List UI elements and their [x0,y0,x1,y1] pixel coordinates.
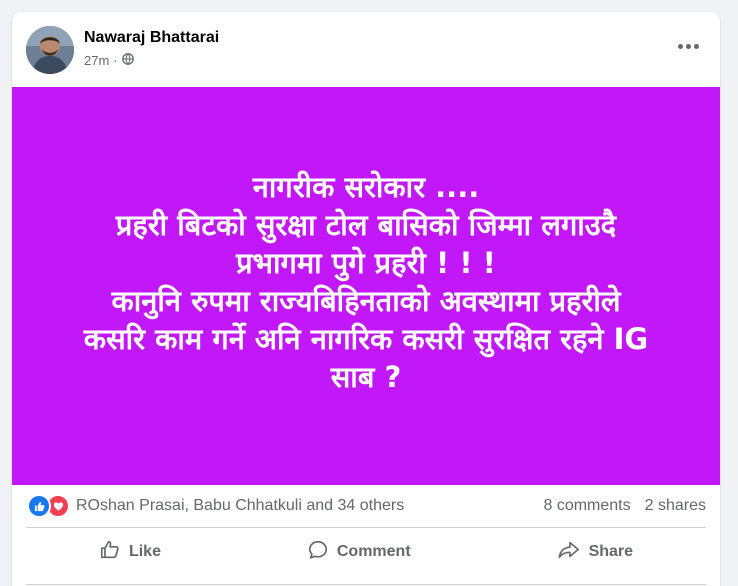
image-text-line: कसरि काम गर्ने अनि नागरिक कसरी सुरक्षित … [83,322,649,356]
like-label: Like [128,543,161,560]
image-text-line: प्रहरी बिटको सुरक्षा टोल बासिको जिम्मा ल… [115,208,617,242]
image-text-line: प्रभागमा पुगे प्रहरी ! ! ! [236,246,496,280]
share-label: Share [588,543,634,560]
more-options-icon[interactable] [674,36,702,56]
divider [26,527,706,528]
engagement-counts: 8 comments 2 shares [543,497,706,515]
post-actions: Like Comment Share [26,530,706,574]
image-text-line: साब ? [330,360,402,394]
image-text-line: कानुनि रुपमा राज्यबिहिनताको अवस्थामा प्र… [111,284,621,318]
bottom-divider [26,584,706,585]
comment-button[interactable]: Comment [277,531,441,574]
comment-icon [307,539,329,566]
share-icon [557,539,581,566]
reactors-text[interactable]: ROshan Prasai, Babu Chhatkuli and 34 oth… [76,497,404,515]
post-image-text: नागरीक सरोकार .... प्रहरी बिटको सुरक्षा … [26,168,706,396]
image-text-line: नागरीक सरोकार .... [252,170,480,204]
avatar[interactable] [26,26,74,74]
post-stats: ROshan Prasai, Babu Chhatkuli and 34 oth… [12,485,720,527]
like-button[interactable]: Like [69,531,191,574]
globe-icon [121,53,134,68]
comments-count[interactable]: 8 comments [543,497,630,515]
shares-count[interactable]: 2 shares [645,497,706,515]
meta-separator: · [113,53,118,68]
post-image[interactable]: नागरीक सरोकार .... प्रहरी बिटको सुरक्षा … [12,87,720,485]
post-card: Nawaraj Bhattarai 27m · नागरीक सरोकार ..… [12,12,720,586]
thumbs-up-icon [99,539,121,566]
like-reaction-icon [27,494,51,518]
share-button[interactable]: Share [527,531,663,574]
post-time[interactable]: 27m [84,53,109,68]
reactions-summary[interactable]: ROshan Prasai, Babu Chhatkuli and 34 oth… [27,494,404,518]
comment-label: Comment [336,543,411,560]
post-header: Nawaraj Bhattarai 27m · [12,12,720,87]
author-name[interactable]: Nawaraj Bhattarai [84,29,219,47]
post-meta: 27m · [84,53,134,68]
